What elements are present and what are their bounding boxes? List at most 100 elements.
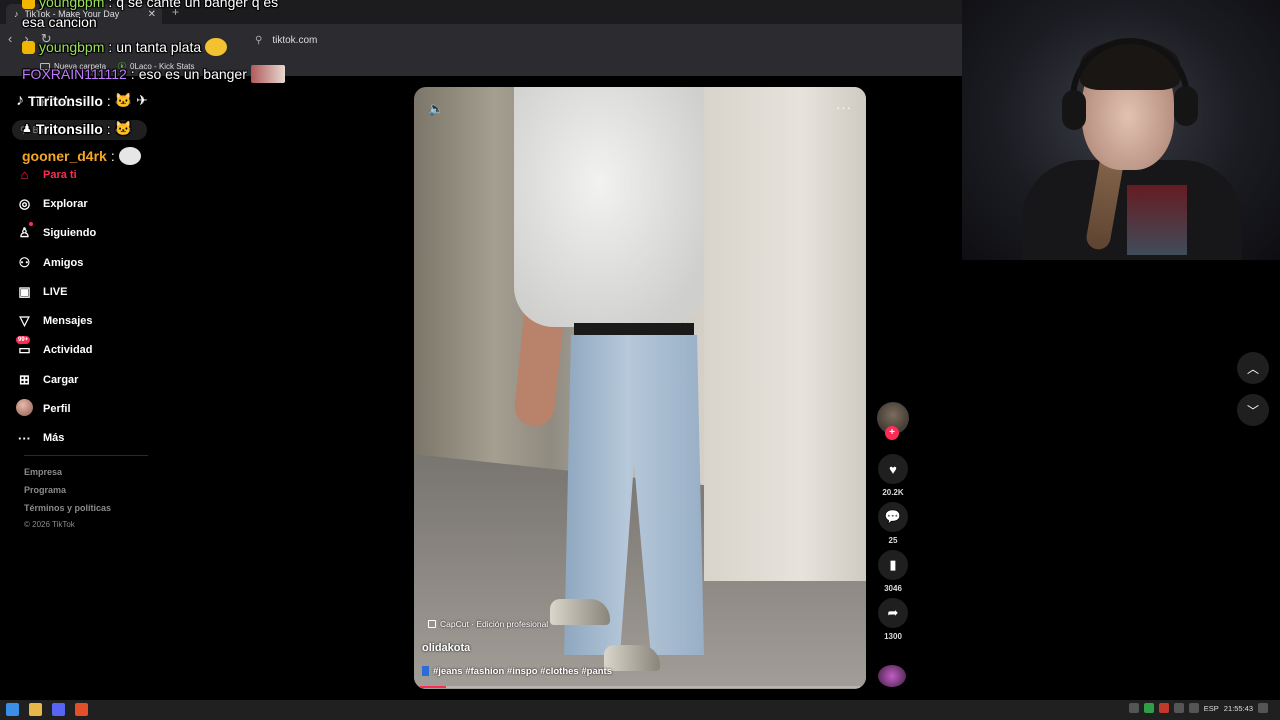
footer-link-empresa[interactable]: Empresa bbox=[24, 467, 111, 485]
live-icon: ▣ bbox=[18, 283, 31, 299]
capcut-label[interactable]: CapCut · Edición profesional bbox=[428, 619, 548, 629]
sidebar-item-mensajes[interactable]: ▽ Mensajes bbox=[16, 306, 176, 335]
video-author[interactable]: olidakota bbox=[422, 642, 470, 654]
chat-message: esa cancion bbox=[22, 14, 97, 30]
volume-tray-icon[interactable] bbox=[1188, 703, 1199, 713]
sidebar-item-amigos[interactable]: ⚇ Amigos bbox=[16, 248, 176, 277]
screen: ♪ TikTok - Make Your Day ✕ + ‹ › ↻ ⚲ tik… bbox=[0, 0, 1280, 720]
profile-avatar bbox=[16, 399, 33, 419]
heart-icon: ♥ bbox=[878, 454, 908, 484]
compass-icon: ◎ bbox=[18, 195, 31, 211]
video-shirt bbox=[514, 87, 704, 327]
more-icon: ··· bbox=[18, 430, 31, 446]
brave-icon[interactable] bbox=[75, 703, 88, 716]
emote-icon: 🐱 bbox=[114, 120, 133, 136]
chat-message: Tritonsillo: 🐱 ✈ bbox=[36, 92, 148, 109]
tray-icon[interactable] bbox=[1158, 703, 1169, 713]
url-field[interactable]: ⚲ tiktok.com bbox=[255, 30, 955, 50]
system-tray: ESP 21:55:43 bbox=[1128, 703, 1268, 713]
chat-badge-icon bbox=[22, 40, 35, 54]
chat-badge-icon: ♟ bbox=[22, 123, 32, 135]
chevron-down-icon: ﹀ bbox=[1246, 403, 1259, 418]
sidebar-item-label: Mensajes bbox=[43, 315, 93, 328]
previous-video-button[interactable]: ︿ bbox=[1237, 352, 1269, 384]
save-button[interactable]: ▮ 3046 bbox=[876, 550, 910, 598]
chat-username: FOXRAIN111112 bbox=[22, 66, 127, 82]
sidebar-item-label: Explorar bbox=[43, 197, 88, 210]
chat-colon: : bbox=[106, 120, 111, 137]
follow-plus-icon[interactable]: + bbox=[885, 426, 899, 440]
comment-count: 25 bbox=[888, 536, 898, 545]
bookmark-icon: ▮ bbox=[878, 550, 908, 580]
webcam-feed bbox=[962, 0, 1280, 260]
sidebar-item-siguiendo[interactable]: ♙ Siguiendo bbox=[16, 219, 176, 248]
sidebar-item-mas[interactable]: ··· Más bbox=[16, 424, 176, 453]
creator-avatar-button[interactable]: + bbox=[876, 402, 910, 454]
messages-icon: ▽ bbox=[19, 313, 30, 329]
file-explorer-icon[interactable] bbox=[29, 703, 42, 716]
tray-icon[interactable] bbox=[1143, 703, 1154, 713]
chat-text: q se cante un banger q es bbox=[116, 0, 279, 10]
sidebar-item-label: Actividad bbox=[43, 344, 93, 357]
chat-username: youngbpm bbox=[39, 39, 105, 55]
sidebar-item-actividad[interactable]: ▭ 99+ Actividad bbox=[16, 336, 176, 365]
video-pillar bbox=[704, 87, 866, 581]
sidebar-item-perfil[interactable]: Perfil bbox=[16, 394, 176, 423]
sidebar-item-label: Amigos bbox=[43, 256, 84, 269]
footer-link-programa[interactable]: Programa bbox=[24, 485, 111, 503]
copyright: © 2026 TikTok bbox=[24, 520, 75, 529]
emote-icon: 🐱 ✈ bbox=[114, 92, 148, 108]
like-button[interactable]: ♥ 20.2K bbox=[876, 454, 910, 502]
chat-message: youngbpm: un tanta plata bbox=[22, 38, 228, 56]
volume-icon[interactable]: 🔈 bbox=[428, 101, 444, 117]
save-count: 3046 bbox=[884, 584, 902, 593]
emote-icon bbox=[118, 147, 141, 165]
video-progress-bar[interactable] bbox=[420, 686, 860, 688]
friends-icon: ⚇ bbox=[18, 254, 31, 270]
chat-badge-icon bbox=[22, 0, 35, 9]
start-icon[interactable] bbox=[6, 703, 19, 716]
jeans-emoji-icon bbox=[422, 666, 429, 676]
music-disc-icon[interactable] bbox=[878, 665, 906, 687]
video-hashtags[interactable]: #jeans #fashion #inspo #clothes #pants bbox=[422, 666, 612, 677]
video-player[interactable] bbox=[414, 87, 866, 689]
activity-badge: 99+ bbox=[16, 336, 31, 345]
sidebar-item-cargar[interactable]: ⊞ Cargar bbox=[16, 365, 176, 394]
sidebar-item-label: Perfil bbox=[43, 403, 71, 416]
footer-link-terminos[interactable]: Términos y políticas bbox=[24, 503, 111, 521]
activity-icon: ▭ 99+ bbox=[16, 336, 31, 358]
tray-icon[interactable] bbox=[1173, 703, 1184, 713]
chat-colon: : bbox=[108, 0, 113, 10]
taskbar-apps bbox=[6, 703, 88, 716]
headset-cup-left bbox=[1062, 90, 1086, 130]
following-icon: ♙ bbox=[16, 222, 33, 241]
chat-colon: : bbox=[108, 39, 113, 55]
comment-button[interactable]: 💬 25 bbox=[876, 502, 910, 550]
chat-username: gooner_d4rk bbox=[22, 148, 107, 164]
discord-icon[interactable] bbox=[52, 703, 65, 716]
capcut-text: CapCut · Edición profesional bbox=[440, 619, 549, 629]
chat-message: ♟ Tritonsillo: 🐱 bbox=[22, 120, 132, 137]
webcam-shirt-print bbox=[1127, 185, 1187, 255]
tray-icon[interactable] bbox=[1128, 703, 1139, 713]
comment-icon: 💬 bbox=[878, 502, 908, 532]
chat-text: eso es un banger bbox=[138, 66, 247, 82]
more-options-icon[interactable]: ··· bbox=[836, 100, 852, 115]
share-button[interactable]: ➦ 1300 bbox=[876, 598, 910, 646]
emote-icon bbox=[205, 38, 228, 56]
video-shoe-left bbox=[550, 599, 610, 625]
headset-cup-right bbox=[1174, 86, 1198, 126]
share-count: 1300 bbox=[884, 632, 902, 641]
sidebar-item-label: Más bbox=[43, 432, 65, 445]
action-bar: + ♥ 20.2K 💬 25 ▮ 3046 ➦ 1300 bbox=[876, 402, 910, 646]
progress-fill bbox=[420, 686, 447, 688]
chat-text: un tanta plata bbox=[116, 39, 202, 55]
video-shoe-right bbox=[604, 645, 660, 671]
next-video-button[interactable]: ﹀ bbox=[1237, 394, 1269, 426]
sidebar-item-explorar[interactable]: ◎ Explorar bbox=[16, 189, 176, 218]
language-indicator[interactable]: ESP bbox=[1204, 704, 1219, 713]
notifications-icon[interactable] bbox=[1258, 703, 1268, 713]
chat-username: youngbpm bbox=[39, 0, 105, 10]
sidebar-item-live[interactable]: ▣ LIVE bbox=[16, 277, 176, 306]
clock[interactable]: 21:55:43 bbox=[1224, 704, 1253, 713]
